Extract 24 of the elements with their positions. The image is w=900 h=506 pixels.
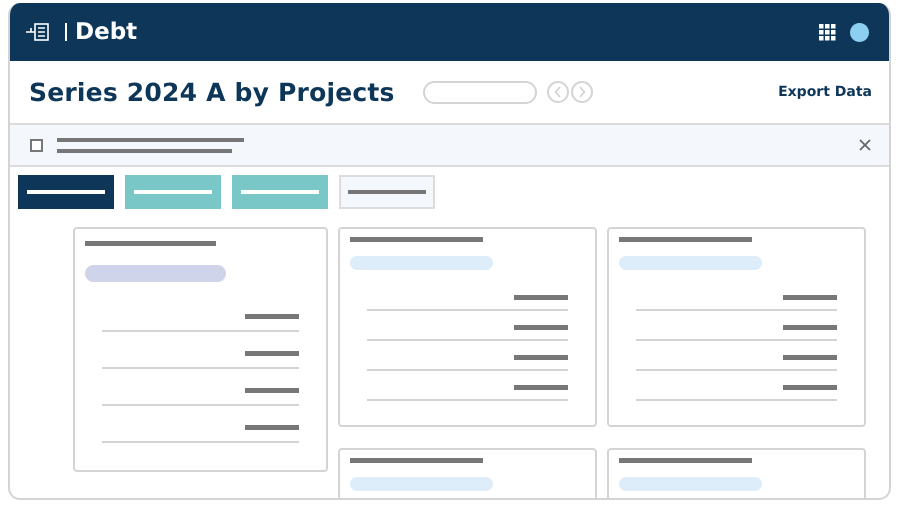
chevron-left-icon bbox=[554, 86, 562, 98]
placeholder-value bbox=[783, 325, 837, 330]
apps-grid-icon[interactable] bbox=[819, 24, 836, 40]
placeholder-value bbox=[245, 351, 299, 356]
placeholder-value bbox=[245, 425, 299, 430]
placeholder-value bbox=[783, 385, 837, 390]
chevron-right-icon bbox=[578, 86, 586, 98]
export-data-link[interactable]: Export Data bbox=[778, 84, 872, 100]
checkbox[interactable] bbox=[30, 138, 43, 152]
search-field[interactable] bbox=[422, 80, 537, 104]
placeholder-value bbox=[514, 385, 568, 390]
placeholder-value bbox=[783, 295, 837, 300]
avatar[interactable] bbox=[850, 22, 869, 42]
tab[interactable] bbox=[18, 175, 114, 209]
placeholder-value bbox=[245, 388, 299, 393]
close-icon[interactable] bbox=[859, 139, 871, 151]
app-title: Debt bbox=[75, 19, 138, 45]
page-title: Series 2024 A by Projects bbox=[29, 78, 395, 106]
placeholder-value bbox=[783, 355, 837, 360]
placeholder-value bbox=[514, 325, 568, 330]
placeholder-value bbox=[514, 295, 568, 300]
placeholder-value bbox=[514, 355, 568, 360]
placeholder-value bbox=[245, 314, 299, 319]
list-icon[interactable] bbox=[24, 22, 52, 42]
